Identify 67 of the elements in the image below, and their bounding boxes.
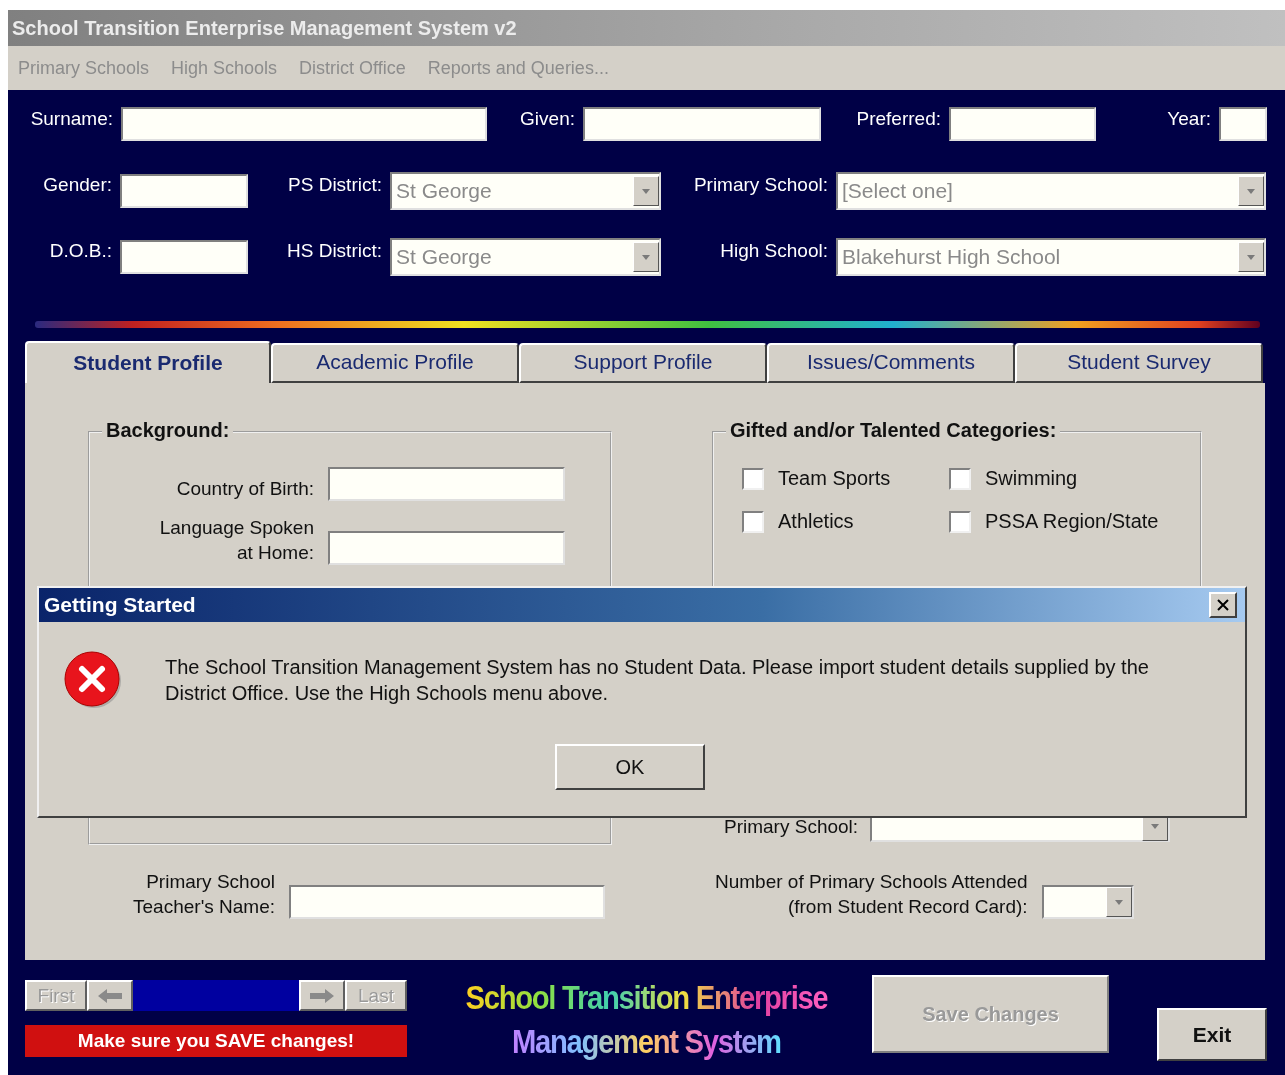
checkbox[interactable] [742, 510, 764, 533]
warning-banner: Make sure you SAVE changes! [25, 1025, 407, 1057]
menu-item[interactable]: Primary Schools [18, 57, 150, 79]
tab[interactable]: Issues/Comments [767, 343, 1015, 383]
checkbox-label: Team Sports [778, 467, 891, 490]
first-button[interactable]: First [25, 980, 87, 1011]
field-label: D.O.B.: [48, 239, 113, 262]
field-label: Language Spoken at Home: [158, 516, 315, 565]
field-label: Given: [519, 107, 576, 130]
dropdown[interactable]: St George [390, 172, 661, 210]
field-label: HS District: [286, 239, 383, 262]
tab[interactable]: Support Profile [519, 343, 767, 383]
field-label: Preferred: [855, 107, 942, 130]
field-label: Year: [1166, 107, 1212, 130]
dropdown[interactable]: St George [390, 238, 661, 276]
input-field[interactable] [949, 107, 1096, 141]
dropdown-button[interactable] [633, 176, 659, 206]
close-button[interactable] [1209, 592, 1237, 618]
menu-item[interactable]: District Office [299, 57, 406, 79]
group-title: Gifted and/or Talented Categories: [726, 419, 1061, 442]
dropdown-button[interactable] [1238, 176, 1264, 206]
last-button[interactable]: Last [345, 980, 407, 1011]
field-label: Primary School: [724, 814, 860, 839]
field-label: Primary School Teacher's Name: [132, 870, 276, 919]
field-label: Country of Birth: [175, 477, 315, 501]
exit-button[interactable]: Exit [1157, 1008, 1267, 1061]
input-field[interactable] [289, 885, 605, 919]
field-label: Surname: [29, 107, 114, 130]
window-title: School Transition Enterprise Management System v2 [8, 10, 1285, 46]
dropdown-button[interactable] [1105, 887, 1132, 917]
dialog-message: The School Transition Management System has no Student Data. Please import student details supplied by the District Office. Use the High Schools menu above. [165, 655, 1150, 706]
tab[interactable]: Student Survey [1015, 343, 1263, 383]
tab[interactable]: Student Profile [25, 341, 271, 383]
menu-item[interactable]: Reports and Queries... [427, 57, 609, 79]
field-label: PS District: [287, 173, 383, 196]
input-field[interactable] [120, 240, 248, 274]
checkbox-label: PSSA Region/State [985, 510, 1159, 533]
input-field[interactable] [1219, 107, 1267, 141]
ok-button[interactable]: OK [555, 744, 705, 790]
right-arrow-icon [309, 986, 335, 1005]
tab[interactable]: Academic Profile [271, 343, 519, 383]
input-field[interactable] [120, 174, 248, 208]
checkbox[interactable] [949, 510, 971, 533]
close-icon [1217, 599, 1229, 611]
error-icon [63, 650, 123, 710]
checkbox[interactable] [949, 467, 971, 490]
left-arrow-icon [97, 986, 123, 1005]
input-field[interactable] [328, 467, 565, 501]
dropdown-button[interactable] [1238, 242, 1264, 272]
menu-item[interactable]: High Schools [171, 57, 278, 79]
dropdown[interactable]: [Select one] [836, 172, 1266, 210]
dialog-title: Getting Started [44, 593, 196, 617]
checkbox[interactable] [742, 467, 764, 490]
field-label: Gender: [42, 173, 113, 196]
checkbox-label: Swimming [985, 467, 1078, 490]
input-field[interactable] [583, 107, 821, 141]
field-label: Number of Primary Schools Attended (from Student Record Card): [715, 870, 1029, 919]
group-title: Background: [102, 419, 234, 442]
dropdown-button[interactable] [633, 242, 659, 272]
checkbox-label: Athletics [778, 510, 854, 533]
field-label: Primary School: [692, 173, 829, 196]
next-button[interactable] [299, 980, 345, 1011]
field-label: High School: [719, 239, 829, 262]
input-field[interactable] [328, 531, 565, 565]
dropdown[interactable]: Blakehurst High School [836, 238, 1266, 276]
input-field[interactable] [121, 107, 487, 141]
previous-button[interactable] [87, 980, 133, 1011]
